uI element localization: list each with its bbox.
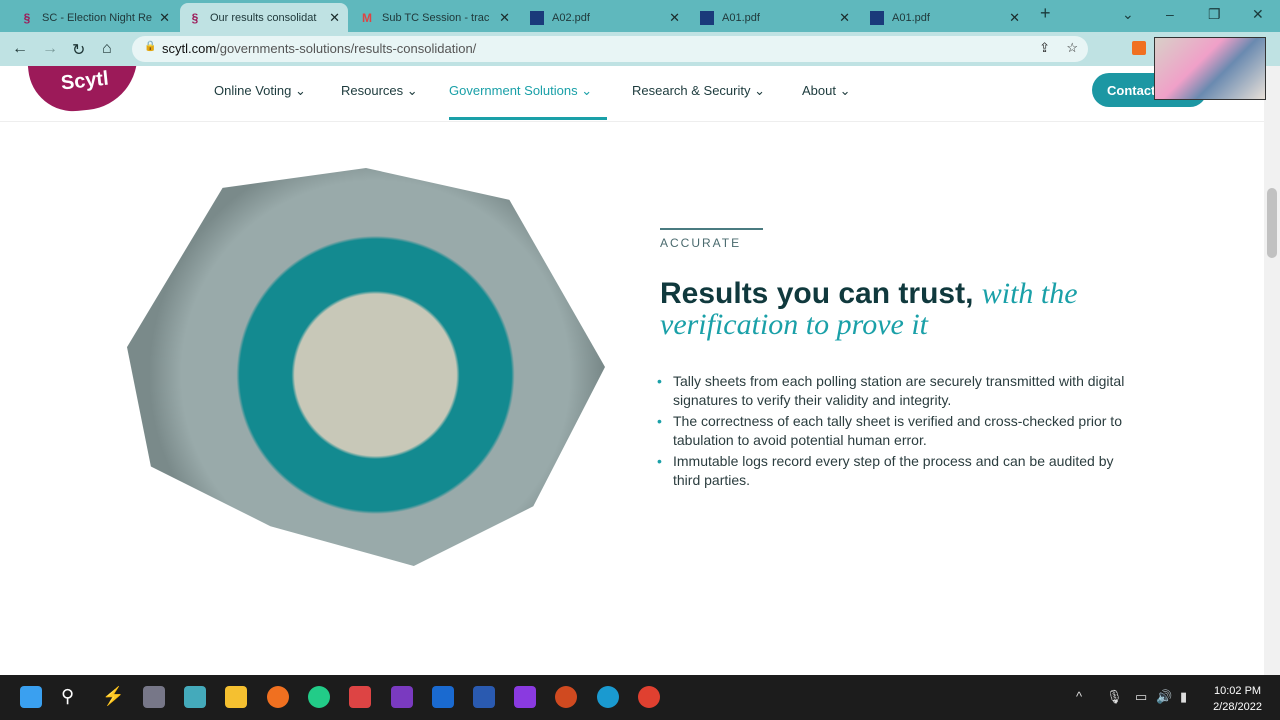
microphone-icon[interactable]: 🎙	[1106, 689, 1123, 705]
close-tab-icon[interactable]: ✕	[839, 10, 850, 26]
twitch-icon[interactable]	[514, 686, 536, 708]
clock[interactable]: 10:02 PM 2/28/2022	[1213, 683, 1262, 715]
start-icon[interactable]	[20, 686, 42, 708]
feature-list: Tally sheets from each polling station a…	[657, 372, 1137, 492]
menu-research-security[interactable]: Research & Security ⌄	[632, 83, 765, 99]
scytl-icon: §	[23, 10, 31, 25]
pdf-icon	[530, 10, 544, 25]
pdf-icon	[870, 10, 884, 25]
menu-resources[interactable]: Resources ⌄	[341, 83, 418, 99]
edge-icon[interactable]	[597, 686, 619, 708]
tab-label: Our results consolidat	[210, 11, 317, 24]
power-automate-icon[interactable]: ⚡	[102, 686, 124, 708]
tab-label: SC - Election Night Re	[42, 11, 153, 24]
close-window-button[interactable]: ✕	[1252, 6, 1264, 23]
url-host: scytl.com	[162, 41, 217, 56]
close-tab-icon[interactable]: ✕	[669, 10, 680, 26]
menu-online-voting[interactable]: Online Voting ⌄	[214, 83, 306, 99]
url-path: /governments-solutions/results-consolida…	[216, 41, 477, 56]
tab-label: A01.pdf	[892, 11, 930, 24]
forward-button[interactable]: →	[42, 40, 58, 58]
section-eyebrow: ACCURATE	[660, 236, 742, 250]
active-menu-underline	[449, 117, 607, 120]
network-icon[interactable]: ▭	[1135, 689, 1147, 705]
tab-label: A01.pdf	[722, 11, 760, 24]
menu-government-solutions[interactable]: Government Solutions ⌄	[449, 83, 592, 99]
calculator-icon[interactable]	[143, 686, 165, 708]
minimize-button[interactable]: –	[1166, 6, 1174, 22]
webcam-overlay	[1154, 37, 1266, 100]
tab-search-icon[interactable]: ⌄	[1122, 6, 1134, 23]
reload-button[interactable]: ↻	[72, 40, 85, 60]
gmail-icon: M	[362, 10, 372, 25]
volume-icon[interactable]: 🔊	[1156, 689, 1172, 705]
tray-chevron-icon[interactable]: ^	[1076, 689, 1082, 704]
logo-text: Scytl	[59, 67, 110, 95]
address-bar[interactable]: 🔒 scytl.com/governments-solutions/result…	[132, 36, 1088, 62]
extension-icon[interactable]	[1132, 41, 1146, 55]
home-button[interactable]: ⌂	[102, 40, 112, 58]
share-icon[interactable]: ⇪	[1039, 40, 1050, 56]
onenote-icon[interactable]	[391, 686, 413, 708]
tab-a01-pdf-2[interactable]: A01.pdf ✕	[862, 3, 1028, 32]
search-icon[interactable]: ⚲	[61, 686, 83, 708]
tab-a02-pdf[interactable]: A02.pdf ✕	[522, 3, 688, 32]
powerpoint-icon[interactable]	[555, 686, 577, 708]
back-button[interactable]: ←	[12, 40, 28, 58]
page-scrollbar[interactable]	[1264, 66, 1280, 675]
chrome-alt-icon[interactable]	[308, 686, 330, 708]
restore-button[interactable]: ❐	[1208, 6, 1221, 23]
site-header: Scytl Online Voting ⌄ Resources ⌄ Govern…	[0, 66, 1264, 122]
tab-sub-tc-session[interactable]: M Sub TC Session - trac ✕	[352, 3, 518, 32]
notepad-icon[interactable]	[184, 686, 206, 708]
windows-taskbar: ⚲ ⚡ ^ 🎙 ▭ 🔊 ▮ 10:02 PM 2/28/2022	[0, 675, 1280, 720]
close-tab-icon[interactable]: ✕	[1009, 10, 1020, 26]
tab-label: A02.pdf	[552, 11, 590, 24]
list-item: Immutable logs record every step of the …	[657, 452, 1137, 490]
app-icon[interactable]	[267, 686, 289, 708]
close-tab-icon[interactable]: ✕	[329, 10, 340, 26]
scytl-icon: §	[191, 10, 199, 25]
eyebrow-divider	[660, 228, 763, 230]
list-item: Tally sheets from each polling station a…	[657, 372, 1137, 410]
close-tab-icon[interactable]: ✕	[159, 10, 170, 26]
pdf-icon	[700, 10, 714, 25]
section-title: Results you can trust, with the verifica…	[660, 277, 1078, 341]
word-icon[interactable]	[473, 686, 495, 708]
tab-election-night[interactable]: § SC - Election Night Re ✕	[12, 3, 178, 32]
file-explorer-icon[interactable]	[225, 686, 247, 708]
browser-toolbar: ← → ↻ ⌂ 🔒 scytl.com/governments-solution…	[0, 32, 1280, 66]
close-tab-icon[interactable]: ✕	[499, 10, 510, 26]
tab-a01-pdf[interactable]: A01.pdf ✕	[692, 3, 858, 32]
chrome-icon[interactable]	[638, 686, 660, 708]
bookmark-star-icon[interactable]: ☆	[1066, 40, 1078, 56]
new-tab-button[interactable]: +	[1040, 3, 1051, 24]
battery-icon[interactable]: ▮	[1180, 689, 1187, 705]
lock-icon: 🔒	[144, 41, 157, 52]
tab-label: Sub TC Session - trac	[382, 11, 490, 24]
tab-results-consolidation[interactable]: § Our results consolidat ✕	[180, 3, 348, 32]
menu-about[interactable]: About ⌄	[802, 83, 851, 99]
tab-strip: § SC - Election Night Re ✕ § Our results co…	[0, 0, 1280, 32]
whiteboard-icon[interactable]	[432, 686, 454, 708]
snip-icon[interactable]	[349, 686, 371, 708]
list-item: The correctness of each tally sheet is v…	[657, 412, 1137, 450]
scrollbar-thumb[interactable]	[1267, 188, 1277, 258]
scytl-logo[interactable]: Scytl	[27, 66, 143, 116]
